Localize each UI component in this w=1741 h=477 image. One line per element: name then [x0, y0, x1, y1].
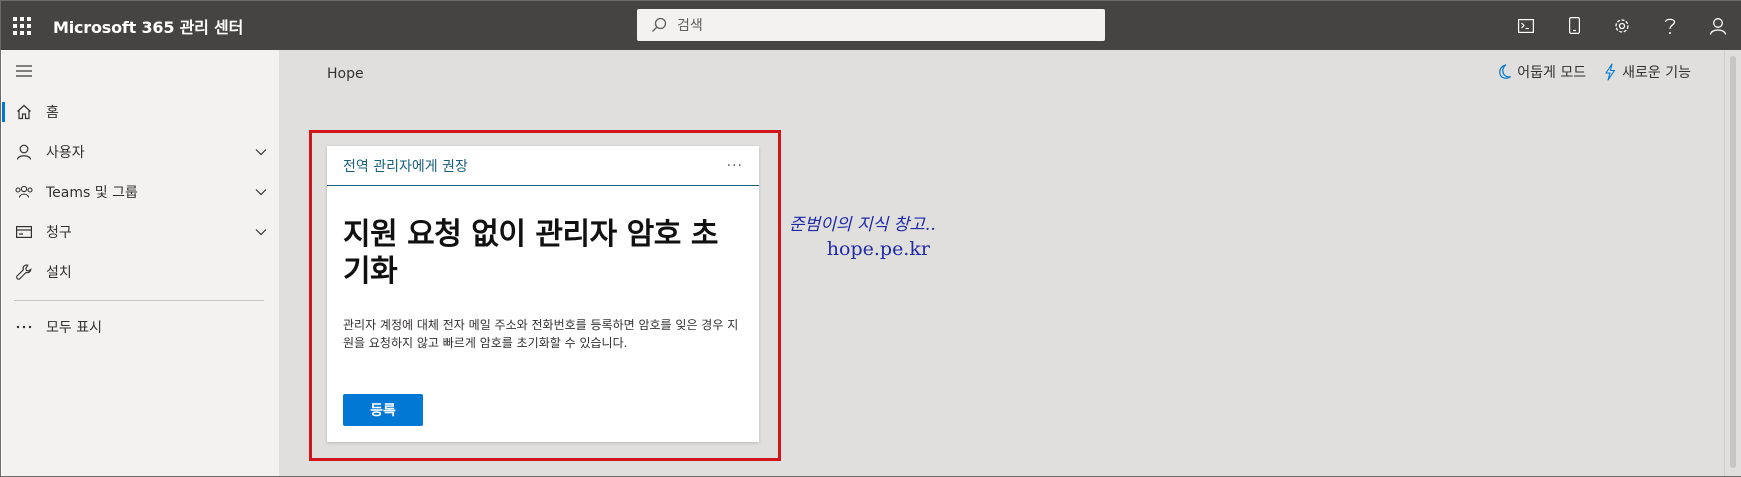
- user-icon: [2, 144, 46, 160]
- nav-collapse-button[interactable]: [2, 51, 279, 91]
- register-button[interactable]: 등록: [343, 394, 423, 426]
- sidebar-item-label: 사용자: [46, 145, 85, 161]
- watermark: 준범이의 지식 창고.. hope.pe.kr: [789, 210, 936, 260]
- card-header-label: 전역 관리자에게 권장: [343, 158, 468, 175]
- hamburger-icon: [2, 65, 46, 77]
- search-icon: [652, 17, 667, 32]
- app-launcher-button[interactable]: [1, 1, 43, 50]
- vertical-scrollbar[interactable]: [1724, 50, 1741, 476]
- sidebar-item-home[interactable]: 홈: [2, 92, 279, 132]
- top-bar: Microsoft 365 관리 센터 검색: [1, 1, 1741, 50]
- breadcrumb[interactable]: Hope: [327, 66, 364, 82]
- sidebar-item-label: 모두 표시: [46, 320, 102, 336]
- more-icon: [2, 325, 46, 329]
- mobile-icon: [1568, 17, 1580, 34]
- scrollbar-thumb[interactable]: [1730, 56, 1736, 468]
- app-title[interactable]: Microsoft 365 관리 센터: [53, 14, 243, 38]
- help-button[interactable]: [1646, 1, 1694, 50]
- left-navigation: 홈 사용자 Teams 및 그룹 청구 설치 모두 표시: [2, 50, 279, 476]
- card-header: 전역 관리자에게 권장 ···: [327, 146, 759, 186]
- more-options-button[interactable]: ···: [727, 158, 743, 174]
- header-actions: 어둡게 모드 새로운 기능: [1479, 62, 1691, 82]
- sidebar-item-setup[interactable]: 설치: [2, 252, 279, 292]
- search-placeholder: 검색: [677, 18, 703, 34]
- sidebar-item-billing[interactable]: 청구: [2, 212, 279, 252]
- whats-new-label: 새로운 기능: [1622, 65, 1691, 81]
- settings-icon: [1615, 18, 1629, 33]
- account-button[interactable]: [1694, 1, 1741, 50]
- moon-icon: [1499, 64, 1512, 79]
- card-description: 관리자 계정에 대체 전자 메일 주소와 전화번호를 등록하면 암호를 잊은 경…: [343, 318, 739, 350]
- sidebar-item-label: 설치: [46, 265, 72, 281]
- waffle-icon: [13, 16, 31, 35]
- lightning-icon: [1605, 63, 1616, 81]
- search-box[interactable]: 검색: [637, 9, 1105, 41]
- sidebar-item-label: Teams 및 그룹: [46, 185, 138, 201]
- sidebar-item-users[interactable]: 사용자: [2, 132, 279, 172]
- sidebar-item-label: 청구: [46, 225, 72, 241]
- whats-new-button[interactable]: 새로운 기능: [1604, 62, 1691, 82]
- nav-divider: [14, 300, 264, 301]
- account-icon: [1709, 17, 1727, 35]
- help-icon: [1664, 18, 1676, 34]
- home-icon: [2, 104, 46, 120]
- sidebar-item-show-all[interactable]: 모두 표시: [2, 307, 279, 347]
- terminal-icon: [1518, 18, 1534, 33]
- cloud-shell-button[interactable]: [1502, 1, 1550, 50]
- recommendation-card: 전역 관리자에게 권장 ··· 지원 요청 없이 관리자 암호 초기화 관리자 …: [327, 146, 759, 442]
- chevron-down-icon: [243, 148, 279, 156]
- card-title: 지원 요청 없이 관리자 암호 초기화: [343, 217, 718, 289]
- mobile-app-button[interactable]: [1550, 1, 1598, 50]
- sidebar-item-label: 홈: [46, 105, 59, 121]
- chevron-down-icon: [243, 228, 279, 236]
- watermark-line1: 준범이의 지식 창고..: [789, 215, 936, 235]
- sidebar-item-teams-groups[interactable]: Teams 및 그룹: [2, 172, 279, 212]
- chevron-down-icon: [243, 188, 279, 196]
- settings-button[interactable]: [1598, 1, 1646, 50]
- main-content: Hope 어둡게 모드 새로운 기능 전역 관리자에게 권장 ··· 지원 요청…: [279, 50, 1741, 476]
- dark-mode-toggle[interactable]: 어둡게 모드: [1497, 62, 1586, 82]
- teams-groups-icon: [2, 185, 46, 199]
- dark-mode-label: 어둡게 모드: [1517, 65, 1587, 81]
- billing-icon: [2, 226, 46, 238]
- wrench-icon: [2, 264, 46, 280]
- watermark-line2: hope.pe.kr: [826, 238, 930, 260]
